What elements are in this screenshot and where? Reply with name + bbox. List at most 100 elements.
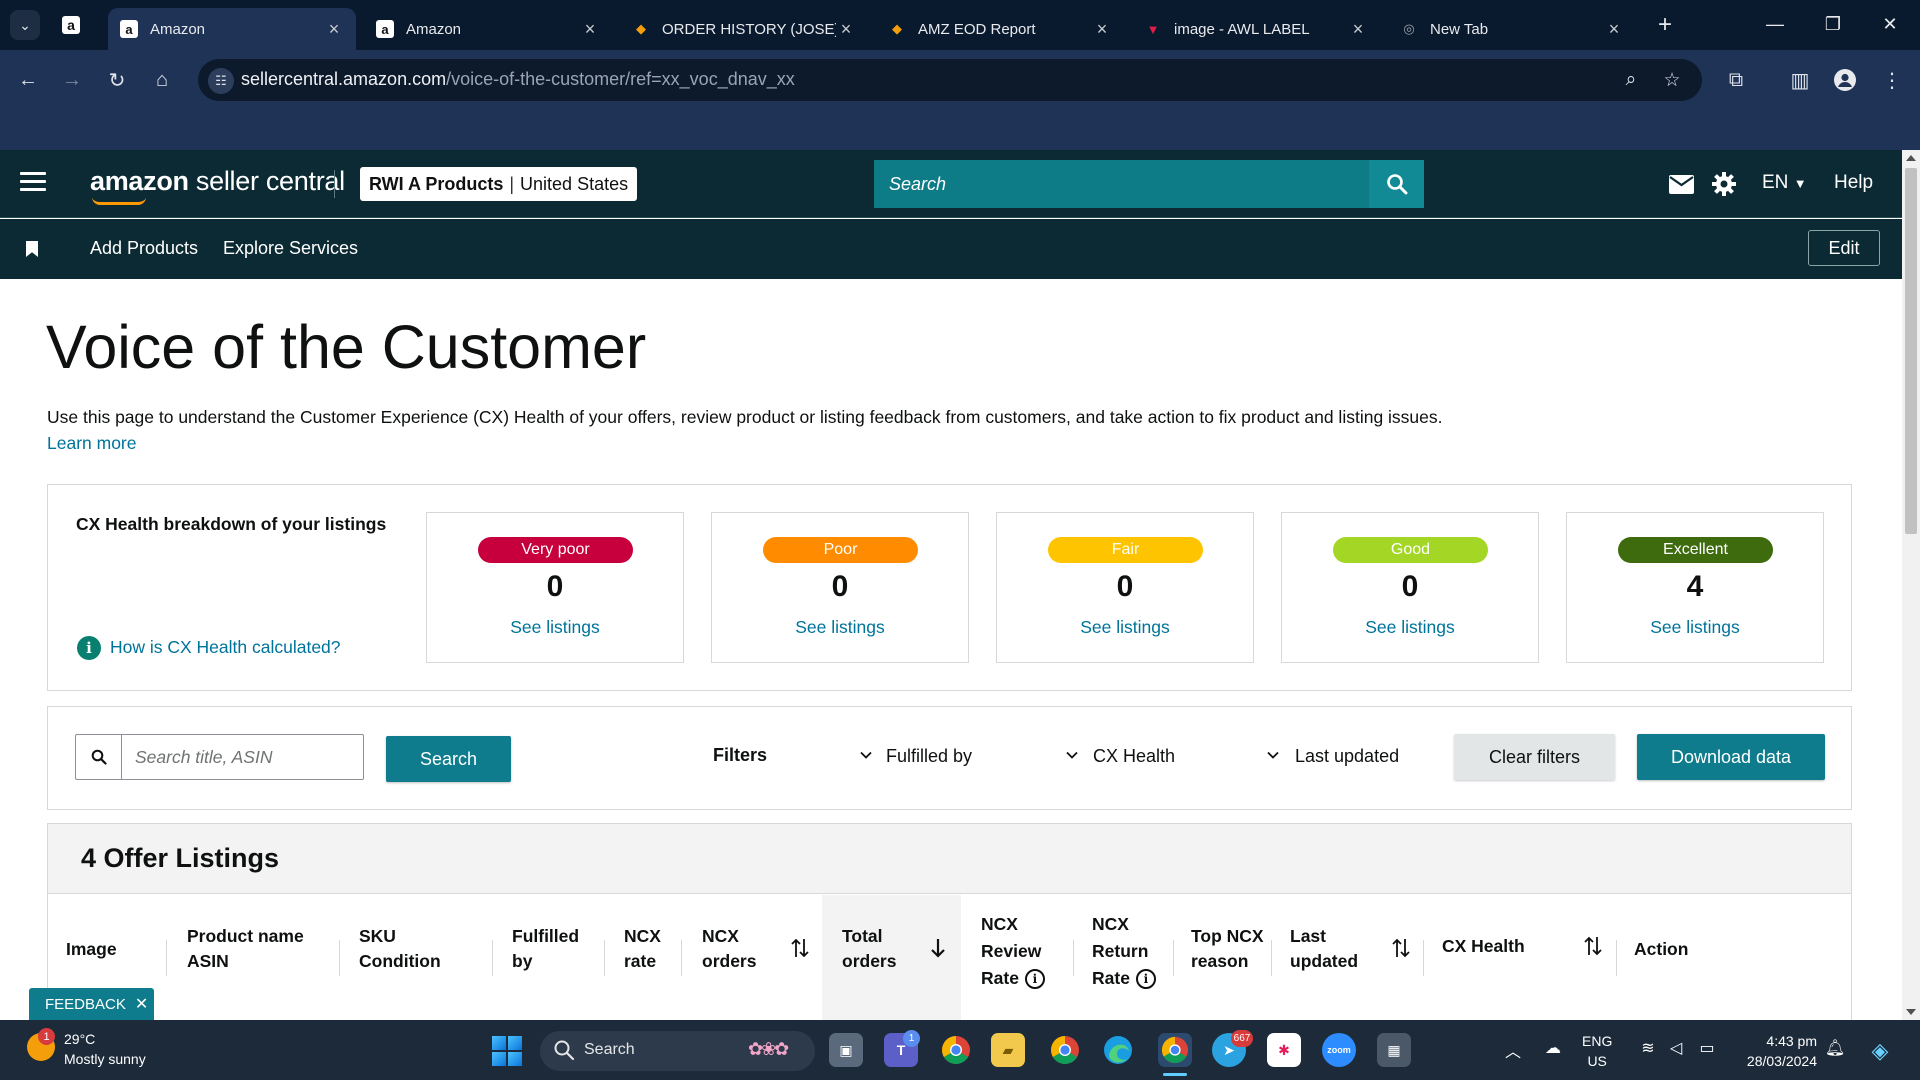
close-icon[interactable]: ✕ bbox=[135, 994, 148, 1014]
info-icon[interactable]: i bbox=[1135, 969, 1156, 990]
input-language-indicator[interactable]: ENG US bbox=[1582, 1031, 1612, 1071]
notification-bell-icon[interactable]: 🔔︎ bbox=[1824, 1038, 1846, 1058]
listing-search-box[interactable] bbox=[75, 734, 364, 780]
filter-fulfilled-by[interactable]: Fulfilled by bbox=[886, 746, 972, 767]
forward-icon[interactable]: → bbox=[56, 64, 88, 96]
col-header-total-orders[interactable]: Total orders bbox=[842, 924, 896, 974]
extensions-icon[interactable]: ⧉ bbox=[1720, 64, 1752, 96]
scrollbar-thumb[interactable] bbox=[1905, 168, 1917, 534]
calculator-icon[interactable]: ▦ bbox=[1377, 1033, 1411, 1067]
chrome-profile-icon[interactable] bbox=[1048, 1033, 1082, 1067]
new-tab-plus-icon[interactable]: + bbox=[1650, 10, 1680, 40]
onedrive-cloud-icon[interactable]: ☁ bbox=[1539, 1038, 1567, 1058]
clear-filters-button[interactable]: Clear filters bbox=[1454, 734, 1615, 780]
cx-health-calculation-link[interactable]: How is CX Health calculated? bbox=[110, 637, 341, 658]
column-divider bbox=[1271, 940, 1272, 976]
site-settings-icon[interactable]: ☷ bbox=[208, 68, 234, 94]
side-panel-icon[interactable]: ▥ bbox=[1784, 64, 1816, 96]
close-icon[interactable]: × bbox=[1348, 19, 1368, 40]
more-menu-icon[interactable]: ⋮ bbox=[1876, 64, 1908, 96]
subnav-add-products[interactable]: Add Products bbox=[90, 238, 198, 259]
col-header-ncx-orders[interactable]: NCX orders bbox=[702, 924, 756, 974]
zoom-icon[interactable]: zoom bbox=[1322, 1033, 1356, 1067]
sort-descending-arrow-icon[interactable] bbox=[928, 937, 948, 959]
wifi-icon[interactable]: ≋ bbox=[1636, 1038, 1660, 1058]
bookmark-star-icon[interactable]: ☆ bbox=[1658, 66, 1686, 94]
filter-cx-health[interactable]: CX Health bbox=[1093, 746, 1175, 767]
file-explorer-icon[interactable]: ▰ bbox=[991, 1033, 1025, 1067]
mail-icon[interactable] bbox=[1666, 170, 1696, 198]
sort-icon[interactable] bbox=[1583, 935, 1603, 957]
close-icon[interactable]: × bbox=[580, 19, 600, 40]
sort-icon[interactable] bbox=[1391, 937, 1411, 959]
scroll-up-arrow-icon[interactable] bbox=[1906, 155, 1916, 161]
tab-amazon-2[interactable]: a Amazon × bbox=[364, 8, 612, 50]
weather-temperature[interactable]: 29°C bbox=[64, 1031, 95, 1047]
listing-search-input[interactable] bbox=[123, 735, 363, 779]
hamburger-menu-icon[interactable] bbox=[20, 172, 46, 194]
close-icon[interactable]: × bbox=[1604, 19, 1624, 40]
copilot-icon[interactable]: ◈ bbox=[1865, 1038, 1895, 1064]
address-url[interactable]: sellercentral.amazon.com/voice-of-the-cu… bbox=[241, 69, 795, 90]
learn-more-link[interactable]: Learn more bbox=[47, 433, 137, 454]
language-selector[interactable]: EN ▼ bbox=[1762, 172, 1807, 194]
feedback-tab[interactable]: FEEDBACK ✕ bbox=[29, 988, 154, 1020]
slack-icon[interactable]: ✱ bbox=[1267, 1033, 1301, 1067]
restore-icon[interactable]: ❐ bbox=[1813, 8, 1853, 40]
download-data-button[interactable]: Download data bbox=[1637, 734, 1825, 780]
col-header-last-updated[interactable]: Last updated bbox=[1290, 924, 1358, 974]
tab-awl-label[interactable]: ▼ image - AWL LABEL × bbox=[1132, 8, 1380, 50]
header-search-input[interactable] bbox=[874, 160, 1369, 208]
sort-icon[interactable] bbox=[790, 937, 810, 959]
see-listings-link[interactable]: See listings bbox=[1567, 617, 1823, 638]
edge-icon[interactable] bbox=[1101, 1033, 1135, 1067]
filter-last-updated[interactable]: Last updated bbox=[1295, 746, 1399, 767]
tab-amazon-active[interactable]: a Amazon × bbox=[108, 8, 356, 50]
windows-start-icon[interactable] bbox=[492, 1036, 522, 1066]
tab-amz-eod-report[interactable]: ◆ AMZ EOD Report × bbox=[876, 8, 1124, 50]
zoho-icon: ◆ bbox=[892, 21, 902, 36]
info-icon: i bbox=[77, 636, 101, 660]
tab-order-history[interactable]: ◆ ORDER HISTORY (JOSE) × bbox=[620, 8, 868, 50]
column-divider bbox=[492, 940, 493, 976]
edit-nav-button[interactable]: Edit bbox=[1808, 230, 1880, 266]
gear-icon[interactable] bbox=[1709, 170, 1739, 198]
see-listings-link[interactable]: See listings bbox=[1282, 617, 1538, 638]
header-search-button[interactable] bbox=[1369, 160, 1424, 208]
close-window-icon[interactable]: ✕ bbox=[1870, 8, 1910, 40]
search-button[interactable]: Search bbox=[386, 736, 511, 782]
minimize-icon[interactable]: — bbox=[1755, 8, 1795, 40]
back-icon[interactable]: ← bbox=[12, 64, 44, 96]
chrome-icon[interactable] bbox=[939, 1033, 973, 1067]
close-icon[interactable]: × bbox=[836, 19, 856, 40]
pinned-tab-amazon[interactable]: a bbox=[58, 12, 84, 38]
home-icon[interactable]: ⌂ bbox=[146, 64, 178, 96]
close-icon[interactable]: × bbox=[324, 19, 344, 40]
chrome-active-icon[interactable] bbox=[1158, 1033, 1192, 1067]
see-listings-link[interactable]: See listings bbox=[427, 617, 683, 638]
tab-new-tab[interactable]: ◎ New Tab × bbox=[1388, 8, 1636, 50]
show-hidden-icons-chevron-icon[interactable]: ︿ bbox=[1502, 1038, 1524, 1062]
close-icon[interactable]: × bbox=[1092, 19, 1112, 40]
seller-central-logo[interactable]: amazon seller central bbox=[90, 166, 345, 197]
weather-description[interactable]: Mostly sunny bbox=[64, 1051, 146, 1067]
tab-search-chevron-icon[interactable]: ⌄ bbox=[10, 10, 40, 40]
battery-icon[interactable]: ▭ bbox=[1694, 1038, 1720, 1058]
scroll-down-arrow-icon[interactable] bbox=[1906, 1009, 1916, 1015]
cx-status-pill: Very poor bbox=[478, 537, 633, 563]
page-scrollbar[interactable] bbox=[1902, 150, 1920, 1020]
task-view-icon[interactable]: ▣ bbox=[829, 1033, 863, 1067]
subnav-explore-services[interactable]: Explore Services bbox=[223, 238, 358, 259]
col-header-cx-health[interactable]: CX Health bbox=[1442, 934, 1525, 959]
system-clock[interactable]: 4:43 pm 28/03/2024 bbox=[1735, 1031, 1817, 1071]
reload-icon[interactable]: ↻ bbox=[101, 64, 133, 96]
zoom-icon[interactable]: ⌕ bbox=[1617, 66, 1645, 94]
info-icon[interactable]: i bbox=[1024, 969, 1045, 990]
header-search-box[interactable] bbox=[874, 160, 1369, 208]
help-link[interactable]: Help bbox=[1834, 172, 1873, 194]
profile-icon[interactable] bbox=[1829, 64, 1861, 96]
see-listings-link[interactable]: See listings bbox=[997, 617, 1253, 638]
volume-muted-icon[interactable]: ◁ bbox=[1664, 1038, 1688, 1058]
see-listings-link[interactable]: See listings bbox=[712, 617, 968, 638]
store-switcher[interactable]: RWI A Products | United States bbox=[360, 167, 638, 201]
